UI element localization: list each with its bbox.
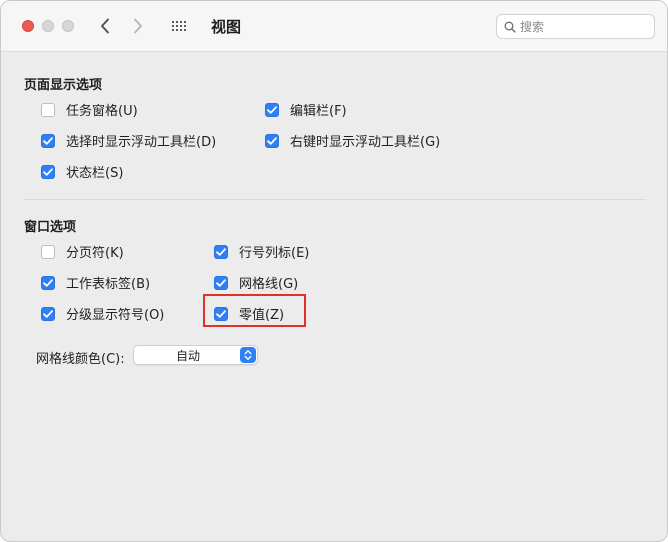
float-toolbar-rightclick-checkbox[interactable] [265,133,279,148]
formula-bar-option[interactable]: 编辑栏(F) [265,100,347,119]
titlebar: 视图 [1,1,667,52]
page-break-label: 分页符(K) [66,246,124,261]
page-display-section-title: 页面显示选项 [24,78,103,93]
status-bar-label: 状态栏(S) [66,166,124,181]
preferences-window: 视图 页面显示选项 任务窗格(U) 编辑栏(F) 选择时显示浮动工具栏(D) [0,0,668,542]
forward-button[interactable] [127,15,149,37]
row-col-headers-option[interactable]: 行号列标(E) [214,242,309,261]
chevron-right-icon [134,18,142,34]
show-all-button[interactable] [168,15,190,37]
status-bar-option[interactable]: 状态栏(S) [41,162,123,181]
checkmark-icon [216,247,226,256]
up-down-arrows-icon[interactable] [240,347,256,363]
float-toolbar-rightclick-option[interactable]: 右键时显示浮动工具栏(G) [265,131,440,150]
row-col-headers-label: 行号列标(E) [239,246,310,261]
float-toolbar-rightclick-label: 右键时显示浮动工具栏(G) [290,135,441,150]
checkmark-icon [216,278,226,287]
task-pane-option[interactable]: 任务窗格(U) [41,100,138,119]
outline-symbols-checkbox[interactable] [41,306,55,321]
formula-bar-checkbox[interactable] [265,102,279,117]
task-pane-checkbox[interactable] [41,102,55,117]
window-options-section-title: 窗口选项 [24,220,77,235]
gridline-color-select[interactable]: 自动 [133,345,258,365]
window-title: 视图 [211,18,242,36]
gridlines-option[interactable]: 网格线(G) [214,273,298,292]
zoom-window-button[interactable] [62,20,74,32]
gridline-color-label: 网格线颜色(C): [36,352,125,367]
page-break-option[interactable]: 分页符(K) [41,242,124,261]
sheet-tabs-option[interactable]: 工作表标签(B) [41,273,150,292]
gridline-color-value: 自动 [175,349,200,363]
gridlines-checkbox[interactable] [214,275,228,290]
checkmark-icon [267,136,277,145]
search-input[interactable] [520,19,640,34]
outline-symbols-option[interactable]: 分级显示符号(O) [41,304,164,323]
section-divider [24,199,646,200]
checkmark-icon [43,167,53,176]
grid-icon [172,21,186,31]
checkmark-icon [43,278,53,287]
checkmark-icon [43,309,53,318]
float-toolbar-select-option[interactable]: 选择时显示浮动工具栏(D) [41,131,216,150]
minimize-window-button[interactable] [42,20,54,32]
status-bar-checkbox[interactable] [41,164,55,179]
float-toolbar-select-label: 选择时显示浮动工具栏(D) [66,135,217,150]
formula-bar-label: 编辑栏(F) [290,104,347,119]
search-box[interactable] [496,14,655,39]
page-break-checkbox[interactable] [41,244,55,259]
checkmark-icon [43,136,53,145]
sheet-tabs-checkbox[interactable] [41,275,55,290]
sheet-tabs-label: 工作表标签(B) [66,277,151,292]
zero-values-highlight-box [203,294,306,327]
row-col-headers-checkbox[interactable] [214,244,228,259]
chevron-left-icon [101,18,109,34]
task-pane-label: 任务窗格(U) [66,104,138,119]
back-button[interactable] [94,15,116,37]
gridlines-label: 网格线(G) [239,277,299,292]
outline-symbols-label: 分级显示符号(O) [66,308,165,323]
checkmark-icon [267,105,277,114]
magnifier-icon [504,21,516,33]
close-window-button[interactable] [22,20,34,32]
float-toolbar-select-checkbox[interactable] [41,133,55,148]
